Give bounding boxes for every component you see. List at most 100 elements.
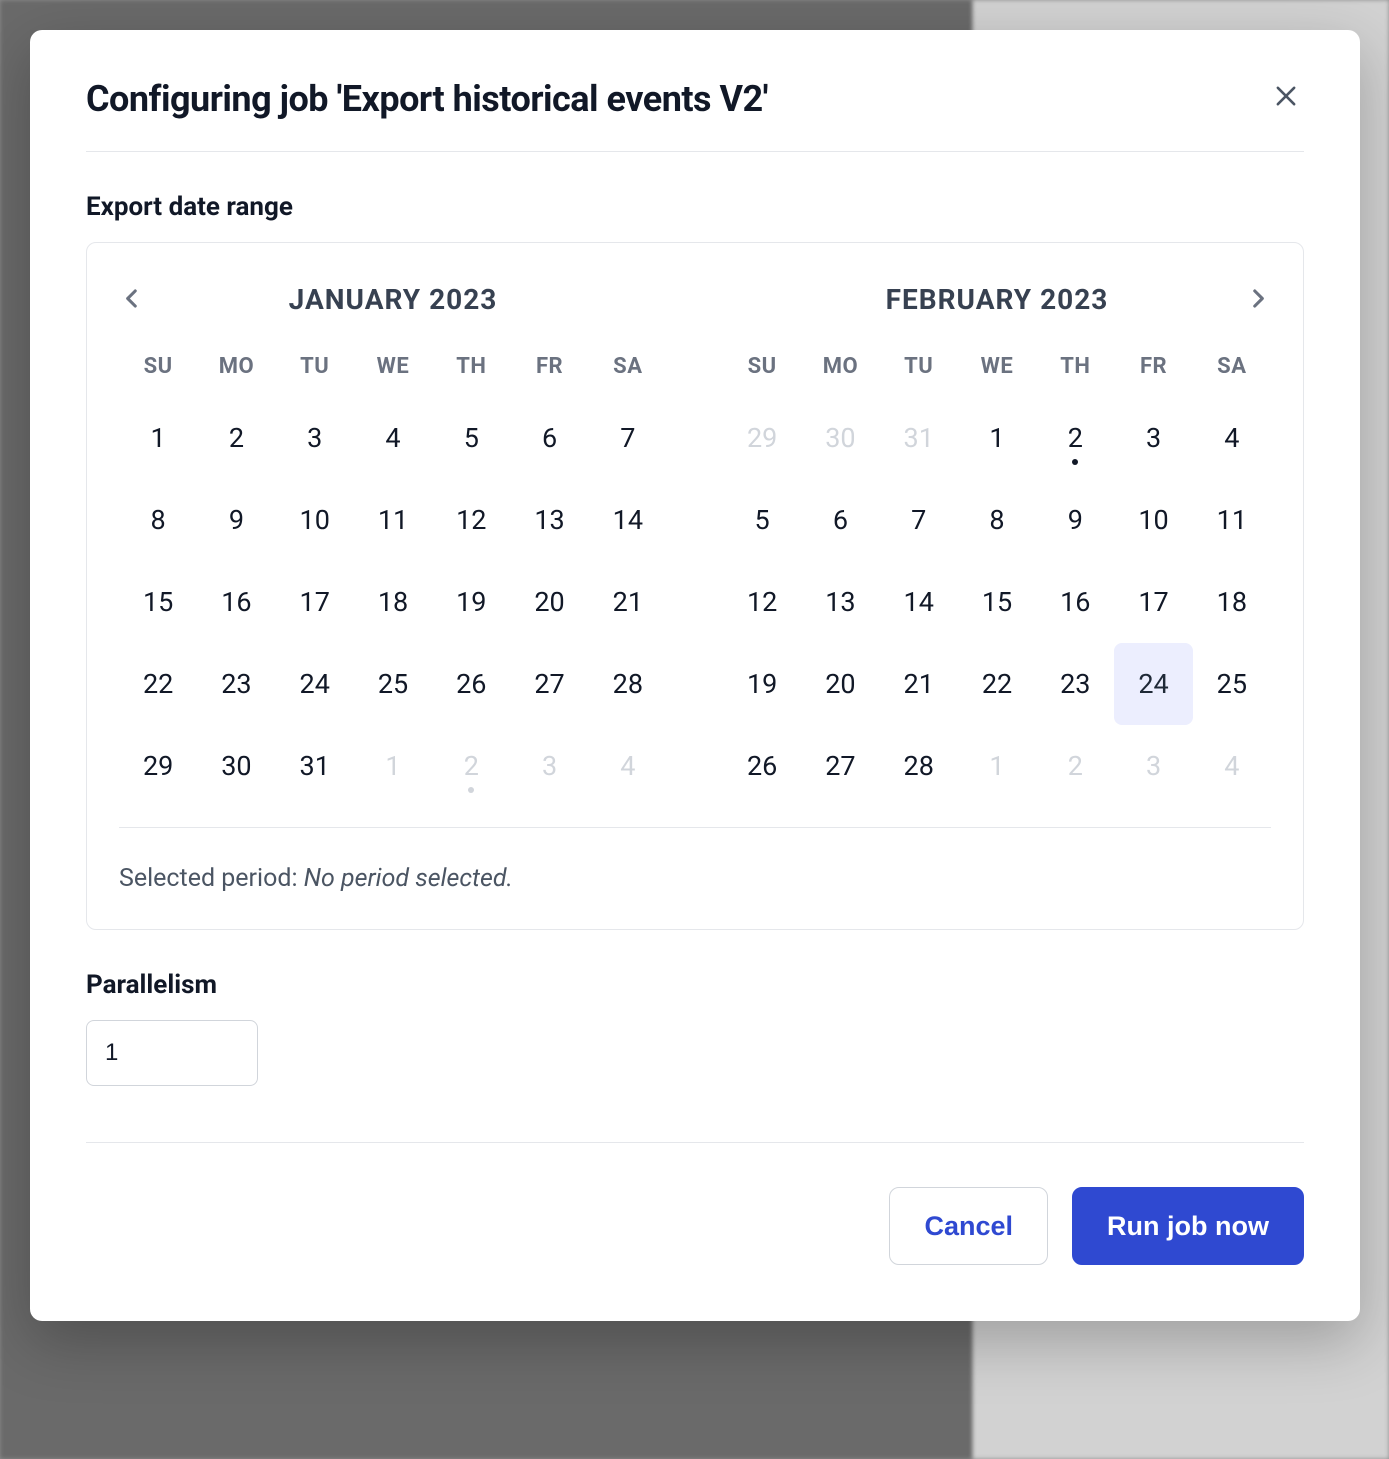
selected-period-label: Selected period: — [119, 864, 304, 893]
prev-month-button[interactable] — [113, 279, 151, 320]
calendar-day[interactable]: 12 — [432, 479, 510, 561]
calendar-day[interactable]: 14 — [880, 561, 958, 643]
weekday-header-right: SU MO TU WE TH FR SA — [723, 344, 1271, 397]
weekday-label: FR — [510, 344, 588, 397]
calendar-day[interactable]: 4 — [1193, 397, 1271, 479]
next-month-button[interactable] — [1239, 279, 1277, 320]
calendar-day[interactable]: 2 — [432, 725, 510, 807]
calendar-day[interactable]: 2 — [1036, 397, 1114, 479]
calendar-day[interactable]: 9 — [197, 479, 275, 561]
calendar-day[interactable]: 31 — [880, 397, 958, 479]
calendar-day[interactable]: 27 — [510, 643, 588, 725]
calendar-day[interactable]: 26 — [723, 725, 801, 807]
calendar-week: 12131415161718 — [723, 561, 1271, 643]
calendar-day[interactable]: 4 — [589, 725, 667, 807]
calendar-week: 891011121314 — [119, 479, 667, 561]
calendar-day[interactable]: 15 — [119, 561, 197, 643]
calendar-day[interactable]: 14 — [589, 479, 667, 561]
calendar-day[interactable]: 17 — [276, 561, 354, 643]
calendar-day[interactable]: 1 — [958, 397, 1036, 479]
calendar-day[interactable]: 19 — [432, 561, 510, 643]
calendar-day[interactable]: 20 — [510, 561, 588, 643]
calendar-day[interactable]: 13 — [801, 561, 879, 643]
calendar-day[interactable]: 10 — [276, 479, 354, 561]
weekday-label: TU — [880, 344, 958, 397]
calendar-week: 1234567 — [119, 397, 667, 479]
selected-period-row: Selected period: No period selected. — [119, 827, 1271, 893]
weekday-label: MO — [801, 344, 879, 397]
calendar-day[interactable]: 4 — [354, 397, 432, 479]
modal-title: Configuring job 'Export historical event… — [86, 78, 768, 121]
calendar-day[interactable]: 30 — [801, 397, 879, 479]
month-name-right: FEBRUARY 2023 — [886, 283, 1109, 316]
run-job-now-button[interactable]: Run job now — [1072, 1187, 1304, 1265]
weekday-label: SU — [723, 344, 801, 397]
calendar-day[interactable]: 26 — [432, 643, 510, 725]
calendar-day[interactable]: 2 — [197, 397, 275, 479]
calendar-day[interactable]: 23 — [1036, 643, 1114, 725]
calendar-day[interactable]: 19 — [723, 643, 801, 725]
calendar-day[interactable]: 10 — [1114, 479, 1192, 561]
calendar-day[interactable]: 24 — [276, 643, 354, 725]
cancel-button[interactable]: Cancel — [889, 1187, 1048, 1265]
calendar-day[interactable]: 2 — [1036, 725, 1114, 807]
calendar-week: 2627281234 — [723, 725, 1271, 807]
calendar-day[interactable]: 31 — [276, 725, 354, 807]
calendar-day[interactable]: 8 — [958, 479, 1036, 561]
calendar-day[interactable]: 1 — [958, 725, 1036, 807]
calendar-day[interactable]: 3 — [1114, 725, 1192, 807]
calendar-day[interactable]: 23 — [197, 643, 275, 725]
calendar-day[interactable]: 24 — [1114, 643, 1192, 725]
weekday-label: TH — [432, 344, 510, 397]
calendar-day[interactable]: 25 — [354, 643, 432, 725]
calendar-day[interactable]: 22 — [119, 643, 197, 725]
calendar-day[interactable]: 11 — [1193, 479, 1271, 561]
calendar-day[interactable]: 3 — [510, 725, 588, 807]
calendar-day[interactable]: 30 — [197, 725, 275, 807]
calendar-day[interactable]: 3 — [276, 397, 354, 479]
weekday-label: FR — [1114, 344, 1192, 397]
calendar-day[interactable]: 28 — [589, 643, 667, 725]
calendar-day[interactable]: 21 — [589, 561, 667, 643]
calendar-day[interactable]: 15 — [958, 561, 1036, 643]
calendar-day[interactable]: 12 — [723, 561, 801, 643]
calendar-day[interactable]: 22 — [958, 643, 1036, 725]
calendar-day[interactable]: 21 — [880, 643, 958, 725]
calendar-day[interactable]: 6 — [801, 479, 879, 561]
calendar-day[interactable]: 13 — [510, 479, 588, 561]
weekday-label: TU — [276, 344, 354, 397]
calendar-week: 19202122232425 — [723, 643, 1271, 725]
weekday-header-left: SU MO TU WE TH FR SA — [119, 344, 667, 397]
calendar-day[interactable]: 1 — [119, 397, 197, 479]
close-button[interactable] — [1268, 78, 1304, 114]
calendar-day[interactable]: 4 — [1193, 725, 1271, 807]
day-marker-dot — [468, 787, 474, 793]
calendar-day[interactable]: 16 — [197, 561, 275, 643]
weekday-label: SU — [119, 344, 197, 397]
calendar-day[interactable]: 18 — [354, 561, 432, 643]
parallelism-input[interactable] — [86, 1020, 258, 1086]
calendar-day[interactable]: 5 — [723, 479, 801, 561]
calendar-day[interactable]: 29 — [119, 725, 197, 807]
selected-period-value: No period selected. — [304, 864, 513, 893]
calendar-day[interactable]: 18 — [1193, 561, 1271, 643]
weekday-label: MO — [197, 344, 275, 397]
calendar-day[interactable]: 29 — [723, 397, 801, 479]
calendar-day[interactable]: 27 — [801, 725, 879, 807]
calendar-day[interactable]: 17 — [1114, 561, 1192, 643]
calendar-day[interactable]: 9 — [1036, 479, 1114, 561]
calendar-day[interactable]: 11 — [354, 479, 432, 561]
calendar-day[interactable]: 16 — [1036, 561, 1114, 643]
calendar-day[interactable]: 7 — [589, 397, 667, 479]
calendar-day[interactable]: 20 — [801, 643, 879, 725]
calendar-day[interactable]: 6 — [510, 397, 588, 479]
day-marker-dot — [1072, 459, 1078, 465]
month-name-left: JANUARY 2023 — [289, 283, 498, 316]
calendar-day[interactable]: 3 — [1114, 397, 1192, 479]
calendar-day[interactable]: 28 — [880, 725, 958, 807]
calendar-day[interactable]: 1 — [354, 725, 432, 807]
calendar-day[interactable]: 5 — [432, 397, 510, 479]
calendar-day[interactable]: 25 — [1193, 643, 1271, 725]
calendar-day[interactable]: 8 — [119, 479, 197, 561]
calendar-day[interactable]: 7 — [880, 479, 958, 561]
